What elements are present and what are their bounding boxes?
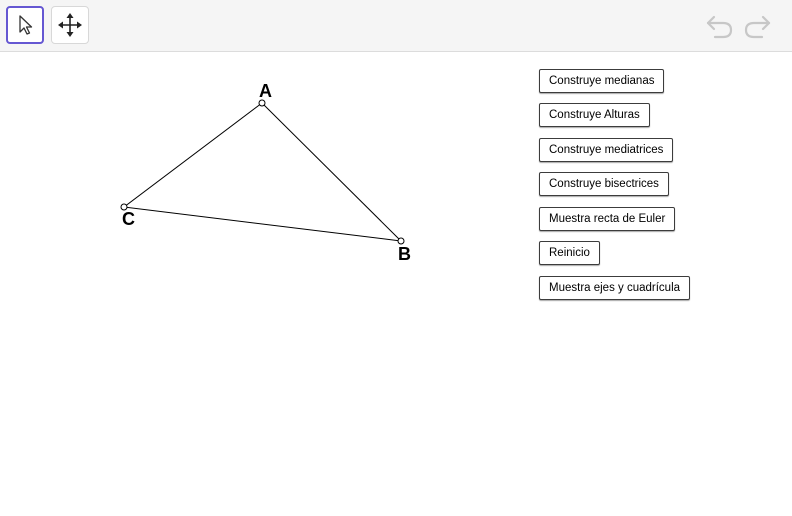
toolbar [0, 0, 792, 52]
graphics-view[interactable]: A B C Construye medianas Construye Altur… [0, 53, 792, 516]
undo-button[interactable] [705, 12, 735, 40]
construye-medianas-button[interactable]: Construye medianas [539, 69, 665, 93]
geogebra-app: A B C Construye medianas Construye Altur… [0, 0, 792, 516]
segment-bc[interactable] [123, 206, 402, 242]
point-b-label: B [398, 244, 411, 264]
segment-ab[interactable] [261, 102, 402, 242]
reinicio-button[interactable]: Reinicio [539, 241, 600, 265]
redo-button[interactable] [742, 12, 772, 40]
point-a-label: A [259, 81, 272, 101]
muestra-recta-euler-button[interactable]: Muestra recta de Euler [539, 207, 676, 231]
construye-alturas-button[interactable]: Construye Alturas [539, 103, 650, 127]
segment-ca[interactable] [123, 102, 263, 208]
muestra-ejes-cuadricula-button[interactable]: Muestra ejes y cuadrícula [539, 276, 691, 300]
redo-icon [744, 15, 771, 39]
undo-icon [706, 15, 733, 39]
point-c-label: C [122, 209, 135, 229]
construye-bisectrices-button[interactable]: Construye bisectrices [539, 172, 669, 196]
move-arrows-icon [58, 13, 82, 37]
arrow-pointer-icon [19, 15, 33, 35]
move-tool-button[interactable] [6, 6, 44, 44]
move-graphics-view-button[interactable] [51, 6, 89, 44]
construye-mediatrices-button[interactable]: Construye mediatrices [539, 138, 674, 162]
